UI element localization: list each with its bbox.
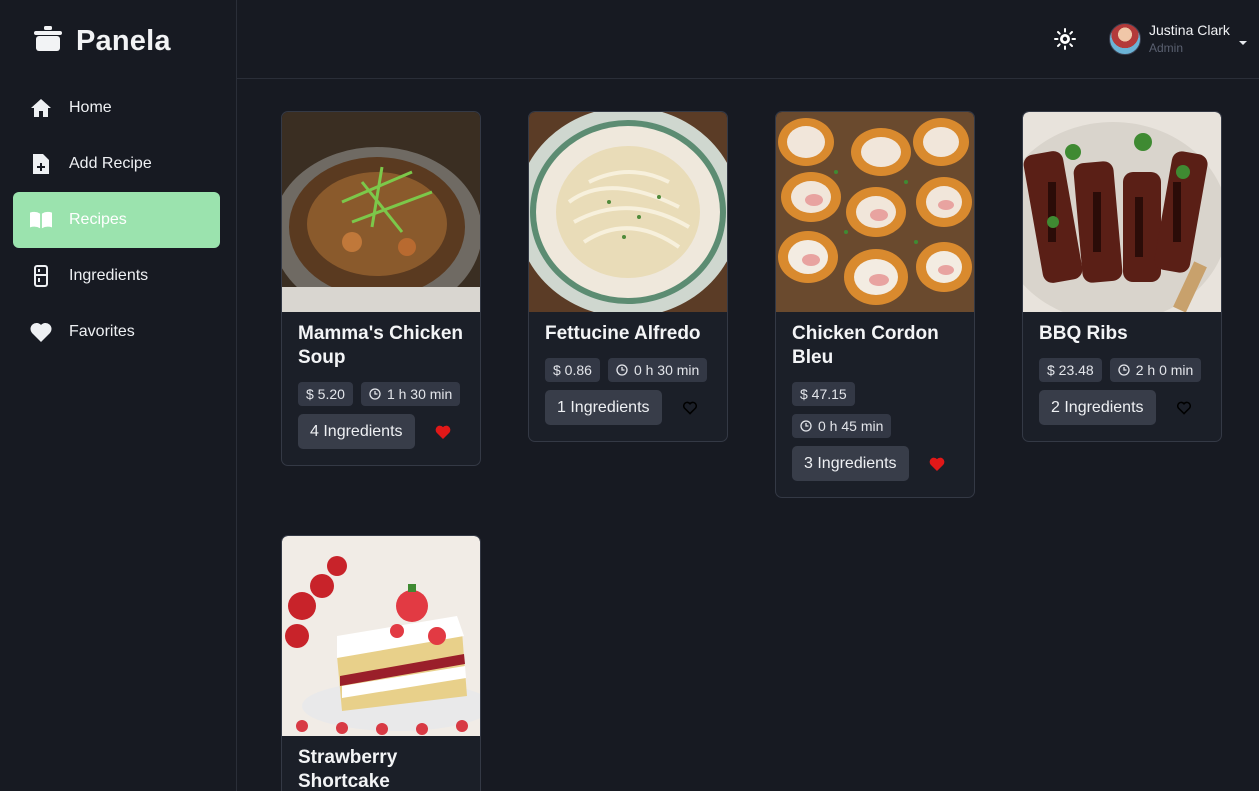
sidebar-item-label: Favorites xyxy=(69,323,135,340)
avatar xyxy=(1109,22,1141,55)
recipe-title: Chicken Cordon Bleu xyxy=(792,323,939,368)
time-text: 1 h 30 min xyxy=(386,386,453,402)
clock-icon xyxy=(369,388,381,400)
fridge-icon xyxy=(30,265,52,287)
brand[interactable]: Panela xyxy=(33,22,171,60)
sidebar-item-add-recipe[interactable]: Add Recipe xyxy=(13,136,220,192)
time-text: 0 h 30 min xyxy=(633,362,700,378)
heart-filled-icon[interactable] xyxy=(929,456,945,472)
time-badge: 1 h 30 min xyxy=(360,382,461,406)
price-badge: $ 23.48 xyxy=(1039,358,1102,382)
recipe-image xyxy=(282,536,480,736)
recipe-image xyxy=(776,112,974,312)
user-name: Justina Clark xyxy=(1149,22,1230,38)
home-icon xyxy=(30,97,52,119)
clock-icon xyxy=(800,420,812,432)
recipe-card[interactable]: Strawberry Shortcake xyxy=(281,535,481,791)
price-badge: $ 5.20 xyxy=(298,382,353,406)
sidebar-item-label: Recipes xyxy=(69,211,127,228)
sidebar-nav: Home Add Recipe Recipes Ingredients Favo… xyxy=(13,80,220,360)
time-badge: 0 h 45 min xyxy=(792,414,892,438)
recipe-title: Fettucine Alfredo xyxy=(545,323,701,344)
user-role: Admin xyxy=(1149,40,1184,55)
heart-outline-icon[interactable] xyxy=(1176,400,1192,416)
recipe-image xyxy=(1023,112,1221,312)
top-header: Justina Clark Admin xyxy=(237,0,1259,79)
heart-outline-icon[interactable] xyxy=(682,400,698,416)
recipe-title: Strawberry Shortcake xyxy=(298,747,398,791)
sidebar-item-home[interactable]: Home xyxy=(13,80,220,136)
user-menu[interactable]: Justina Clark Admin xyxy=(1109,22,1247,55)
time-text: 2 h 0 min xyxy=(1135,362,1194,378)
ingredients-button[interactable]: 3 Ingredients xyxy=(792,446,909,481)
ingredients-button[interactable]: 4 Ingredients xyxy=(298,414,415,449)
sidebar-item-ingredients[interactable]: Ingredients xyxy=(13,248,220,304)
ingredients-button[interactable]: 2 Ingredients xyxy=(1039,390,1156,425)
time-badge: 2 h 0 min xyxy=(1109,358,1202,382)
clock-icon xyxy=(616,364,628,376)
recipe-card[interactable]: Chicken Cordon Bleu $ 47.15 0 h 45 min 3… xyxy=(775,111,975,498)
book-icon xyxy=(30,209,52,231)
sidebar-item-label: Add Recipe xyxy=(69,155,152,172)
recipe-title: BBQ Ribs xyxy=(1039,323,1128,344)
sidebar-item-label: Ingredients xyxy=(69,267,149,284)
heart-icon xyxy=(30,321,52,343)
recipe-card[interactable]: BBQ Ribs $ 23.48 2 h 0 min 2 Ingredients xyxy=(1022,111,1222,442)
sun-icon[interactable] xyxy=(1053,27,1077,51)
recipe-card[interactable]: Mamma's Chicken Soup $ 5.20 1 h 30 min 4… xyxy=(281,111,481,466)
price-badge: $ 0.86 xyxy=(545,358,600,382)
pot-icon xyxy=(33,25,63,58)
sidebar-item-label: Home xyxy=(69,99,112,116)
file-plus-icon xyxy=(30,153,52,175)
recipe-title: Mamma's Chicken Soup xyxy=(298,323,464,368)
clock-icon xyxy=(1118,364,1130,376)
recipe-card[interactable]: Fettucine Alfredo $ 0.86 0 h 30 min 1 In… xyxy=(528,111,728,442)
ingredients-button[interactable]: 1 Ingredients xyxy=(545,390,662,425)
sidebar-item-recipes[interactable]: Recipes xyxy=(13,192,220,248)
chevron-down-icon xyxy=(1239,33,1247,51)
brand-name: Panela xyxy=(76,24,171,57)
time-badge: 0 h 30 min xyxy=(607,358,708,382)
heart-filled-icon[interactable] xyxy=(435,424,451,440)
sidebar: Panela Home Add Recipe Recipes Ingredien… xyxy=(0,0,237,791)
recipe-image xyxy=(282,112,480,312)
recipe-image xyxy=(529,112,727,312)
time-text: 0 h 45 min xyxy=(818,418,884,434)
sidebar-item-favorites[interactable]: Favorites xyxy=(13,304,220,360)
price-badge: $ 47.15 xyxy=(792,382,855,406)
